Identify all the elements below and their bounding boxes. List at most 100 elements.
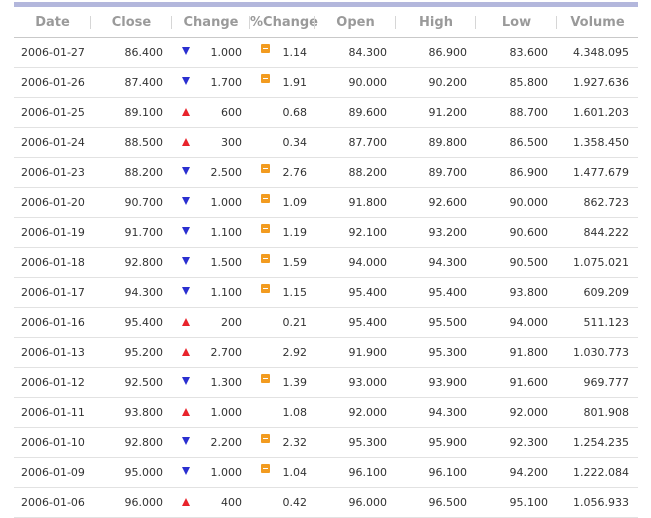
- change-value: 1.500: [210, 256, 243, 269]
- cell-date: 2006-01-17: [14, 277, 91, 308]
- cell-date: 2006-01-09: [14, 457, 91, 488]
- table-row: 2006-01-16 95.400 200 0.21 95.400 95.500 94.00…: [14, 307, 638, 338]
- cell-date: 2006-01-16: [14, 307, 91, 338]
- cell-close: 92.800: [91, 427, 172, 458]
- column-header-change[interactable]: Change: [172, 7, 250, 38]
- cell-high: 89.700: [396, 157, 476, 188]
- cell-open: 84.300: [315, 37, 396, 68]
- change-value: 600: [221, 106, 242, 119]
- table-row: 2006-01-17 94.300 1.100 1.15 95.400 95.400 93.…: [14, 277, 638, 308]
- cell-pct-change: 2.32: [250, 427, 315, 458]
- column-header-volume[interactable]: Volume: [557, 7, 638, 38]
- cell-high: 90.200: [396, 67, 476, 98]
- cell-pct-change: 2.92: [250, 337, 315, 368]
- table-body: 2006-01-27 86.400 1.000 1.14 84.300 86.900 83.…: [14, 37, 638, 518]
- change-value: 2.200: [210, 436, 243, 449]
- cell-pct-change: 1.04: [250, 457, 315, 488]
- column-header-pct-change[interactable]: %Change: [250, 7, 318, 38]
- cell-change: 2.500: [172, 157, 250, 188]
- arrow-up-icon: [182, 108, 190, 116]
- column-header-close[interactable]: Close: [91, 7, 172, 38]
- cell-volume: 1.030.773: [557, 337, 638, 368]
- cell-change: 1.000: [172, 37, 250, 68]
- arrow-up-icon: [182, 408, 190, 416]
- cell-low: 90.600: [476, 217, 557, 248]
- cell-low: 94.000: [476, 307, 557, 338]
- table-row: 2006-01-27 86.400 1.000 1.14 84.300 86.900 83.…: [14, 37, 638, 68]
- table-row: 2006-01-09 95.000 1.000 1.04 96.100 96.100 94.…: [14, 457, 638, 488]
- column-header-label: Open: [336, 14, 375, 30]
- cell-high: 95.300: [396, 337, 476, 368]
- change-value: 300: [221, 136, 242, 149]
- table-row: 2006-01-20 90.700 1.000 1.09 91.800 92.600 90.…: [14, 187, 638, 218]
- cell-close: 94.300: [91, 277, 172, 308]
- cell-volume: 862.723: [557, 187, 638, 218]
- change-value: 1.100: [210, 286, 243, 299]
- cell-open: 90.000: [315, 67, 396, 98]
- table-row: 2006-01-10 92.800 2.200 2.32 95.300 95.900 92.…: [14, 427, 638, 458]
- cell-high: 91.200: [396, 97, 476, 128]
- table-row: 2006-01-13 95.200 2.700 2.92 91.900 95.300 91.…: [14, 337, 638, 368]
- cell-change: 1.300: [172, 367, 250, 398]
- cell-open: 91.900: [315, 337, 396, 368]
- cell-open: 92.100: [315, 217, 396, 248]
- minus-icon: [261, 194, 270, 203]
- pct-change-value: 1.15: [282, 286, 308, 299]
- cell-open: 89.600: [315, 97, 396, 128]
- arrow-down-icon: [182, 47, 190, 55]
- cell-date: 2006-01-13: [14, 337, 91, 368]
- arrow-up-icon: [182, 138, 190, 146]
- cell-open: 93.000: [315, 367, 396, 398]
- change-value: 1.000: [210, 466, 243, 479]
- cell-open: 87.700: [315, 127, 396, 158]
- cell-change: 1.500: [172, 247, 250, 278]
- cell-date: 2006-01-12: [14, 367, 91, 398]
- cell-close: 87.400: [91, 67, 172, 98]
- cell-close: 90.700: [91, 187, 172, 218]
- cell-open: 91.800: [315, 187, 396, 218]
- column-header-label: Close: [111, 14, 152, 30]
- minus-icon: [261, 284, 270, 293]
- cell-pct-change: 0.68: [250, 97, 315, 128]
- cell-change: 2.700: [172, 337, 250, 368]
- cell-volume: 1.075.021: [557, 247, 638, 278]
- cell-date: 2006-01-10: [14, 427, 91, 458]
- pct-change-value: 2.32: [282, 436, 308, 449]
- cell-date: 2006-01-25: [14, 97, 91, 128]
- cell-low: 92.000: [476, 397, 557, 428]
- column-header-high[interactable]: High: [396, 7, 476, 38]
- cell-close: 95.200: [91, 337, 172, 368]
- cell-volume: 1.477.679: [557, 157, 638, 188]
- pct-change-value: 1.19: [282, 226, 308, 239]
- column-header-date[interactable]: Date: [14, 7, 91, 38]
- cell-high: 95.500: [396, 307, 476, 338]
- cell-volume: 969.777: [557, 367, 638, 398]
- pct-change-value: 1.59: [282, 256, 308, 269]
- change-value: 1.300: [210, 376, 243, 389]
- table-row: 2006-01-25 89.100 600 0.68 89.600 91.200 88.70…: [14, 97, 638, 128]
- cell-date: 2006-01-24: [14, 127, 91, 158]
- column-header-open[interactable]: Open: [315, 7, 396, 38]
- table-row: 2006-01-24 88.500 300 0.34 87.700 89.800 86.50…: [14, 127, 638, 158]
- cell-change: 1.000: [172, 457, 250, 488]
- cell-change: 1.700: [172, 67, 250, 98]
- cell-volume: 1.222.084: [557, 457, 638, 488]
- cell-pct-change: 0.34: [250, 127, 315, 158]
- cell-open: 88.200: [315, 157, 396, 188]
- cell-close: 88.200: [91, 157, 172, 188]
- cell-close: 95.000: [91, 457, 172, 488]
- cell-low: 94.200: [476, 457, 557, 488]
- cell-date: 2006-01-19: [14, 217, 91, 248]
- cell-close: 91.700: [91, 217, 172, 248]
- cell-high: 95.400: [396, 277, 476, 308]
- cell-low: 95.100: [476, 487, 557, 518]
- minus-icon: [261, 464, 270, 473]
- cell-low: 85.800: [476, 67, 557, 98]
- cell-close: 96.000: [91, 487, 172, 518]
- cell-open: 95.400: [315, 307, 396, 338]
- cell-high: 94.300: [396, 247, 476, 278]
- cell-low: 83.600: [476, 37, 557, 68]
- cell-change: 200: [172, 307, 250, 338]
- cell-low: 91.800: [476, 337, 557, 368]
- column-header-low[interactable]: Low: [476, 7, 557, 38]
